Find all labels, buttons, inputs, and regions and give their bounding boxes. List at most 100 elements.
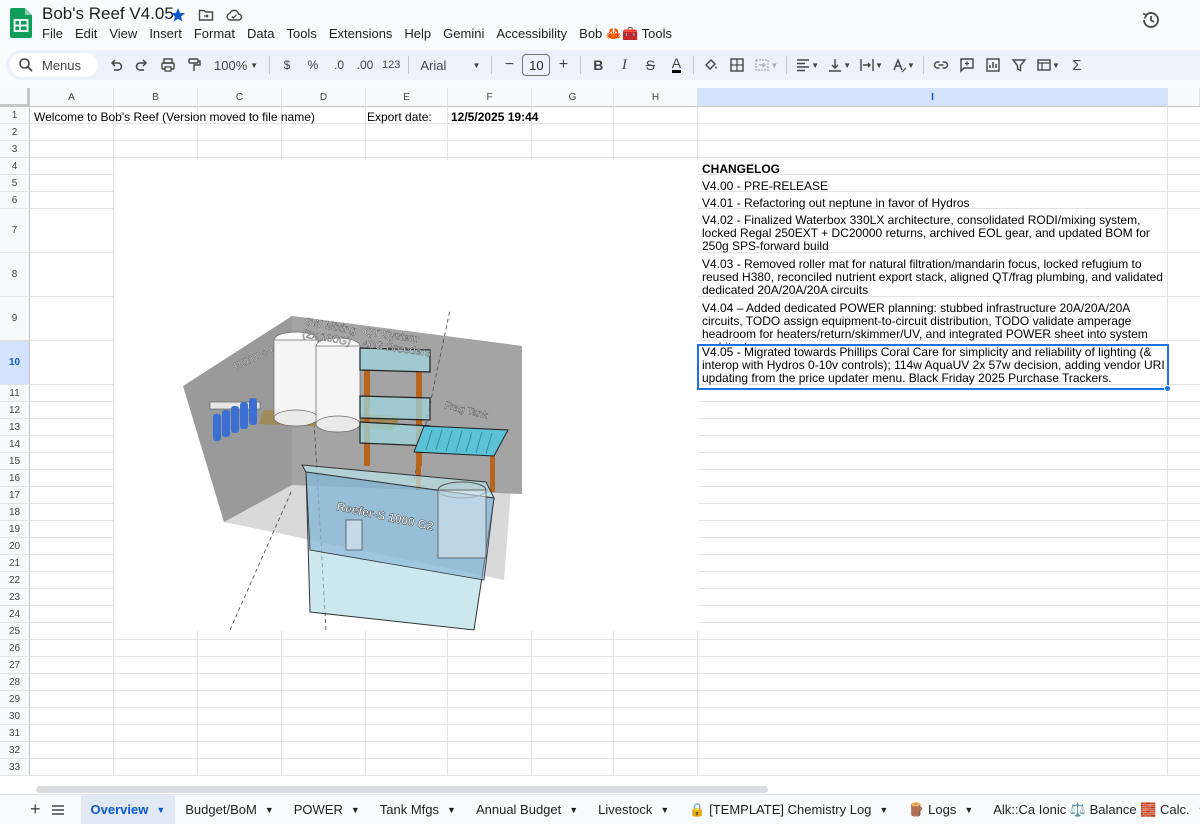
menu-accessibility[interactable]: Accessibility [490,26,573,42]
column-header-a[interactable]: A [30,88,114,107]
text-wrapping-icon[interactable]: ▼ [856,53,886,77]
row-header-23[interactable]: 23 [0,589,30,606]
spreadsheet-grid[interactable]: A B C D E F G H I 1 2 3 4 5 6 7 8 9 10 11 12 13 14 15 16 17 18 19 20… [0,88,1200,794]
filter-views-icon[interactable]: ▼ [1033,53,1063,77]
decrease-font-size-button[interactable]: − [497,53,521,77]
menu-gemini[interactable]: Gemini [437,26,490,42]
decrease-decimal-button[interactable]: .0 [327,53,351,77]
column-header-h[interactable]: H [614,88,698,107]
fill-handle[interactable] [1164,385,1171,392]
tab-power[interactable]: POWER ▼ [284,795,370,824]
insert-link-icon[interactable] [929,53,953,77]
increase-font-size-button[interactable]: + [551,53,575,77]
row-header-24[interactable]: 24 [0,606,30,623]
column-header-b[interactable]: B [114,88,198,107]
row-header-32[interactable]: 32 [0,742,30,759]
row-header-7[interactable]: 7 [0,209,30,253]
row-header-14[interactable]: 14 [0,436,30,453]
row-header-27[interactable]: 27 [0,657,30,674]
zoom-select[interactable]: 100% ▼ [208,53,264,77]
insert-chart-icon[interactable] [981,53,1005,77]
column-header-d[interactable]: D [282,88,366,107]
horizontal-scrollbar[interactable] [36,786,768,793]
text-color-button[interactable]: A [664,53,688,77]
document-title[interactable]: Bob's Reef V4.05 [42,4,174,24]
functions-button[interactable]: Σ [1065,53,1089,77]
cell-i7[interactable]: V4.02 - Finalized Waterbox 330LX archite… [699,214,1168,256]
menus-search[interactable]: Menus [10,53,98,77]
cell-a1[interactable]: Welcome to Bob's Reef (Version moved to … [31,109,318,125]
undo-icon[interactable] [104,53,128,77]
tab-chemistry-log[interactable]: 🔒 [TEMPLATE] Chemistry Log ▼ [679,795,898,824]
select-all-corner[interactable] [0,88,30,107]
menu-edit[interactable]: Edit [69,26,103,42]
tab-tank-mfgs[interactable]: Tank Mfgs ▼ [370,795,466,824]
row-header-5[interactable]: 5 [0,175,30,192]
row-header-19[interactable]: 19 [0,521,30,538]
font-select[interactable]: Arial ▼ [414,53,486,77]
cell-e1[interactable]: Export date: [364,109,435,125]
row-header-30[interactable]: 30 [0,708,30,725]
column-header-i[interactable]: I [698,88,1168,107]
horizontal-align-icon[interactable]: ▼ [792,53,822,77]
row-header-9[interactable]: 9 [0,297,30,341]
cell-i6[interactable]: V4.01 - Refactoring out neptune in favor… [699,195,1168,212]
column-header-g[interactable]: G [532,88,614,107]
menu-help[interactable]: Help [398,26,437,42]
cell-i9[interactable]: V4.04 – Added dedicated POWER planning: … [699,302,1168,344]
paint-format-icon[interactable] [182,53,206,77]
font-size-input[interactable]: 10 [522,54,551,76]
row-header-25[interactable]: 25 [0,623,30,640]
text-rotation-icon[interactable]: ▼ [888,53,918,77]
cell-i4[interactable]: CHANGELOG [699,161,1168,178]
row-header-31[interactable]: 31 [0,725,30,742]
tab-livestock[interactable]: Livestock ▼ [588,795,679,824]
menu-data[interactable]: Data [241,26,280,42]
add-sheet-button[interactable]: + [30,799,41,821]
redo-icon[interactable] [130,53,154,77]
row-header-4[interactable]: 4 [0,158,30,175]
row-header-2[interactable]: 2 [0,124,30,141]
cloud-saved-icon[interactable] [224,5,244,25]
percent-format-button[interactable]: % [301,53,325,77]
merge-cells-icon[interactable]: ▼ [751,53,781,77]
column-header-c[interactable]: C [198,88,282,107]
cell-i5[interactable]: V4.00 - PRE-RELEASE [699,178,1168,195]
currency-format-button[interactable]: $ [275,53,299,77]
row-header-21[interactable]: 21 [0,555,30,572]
tab-alk-ca-calc[interactable]: Alk::Ca Ionic ⚖️ Balance 🧱 Calc.▼ [983,795,1200,824]
sheets-logo-icon[interactable] [10,8,32,38]
fill-color-icon[interactable] [699,53,723,77]
menu-view[interactable]: View [103,26,143,42]
move-folder-icon[interactable] [196,5,216,25]
menu-tools[interactable]: Tools [280,26,322,42]
row-header-1[interactable]: 1 [0,107,30,124]
cell-i8[interactable]: V4.03 - Removed roller mat for natural f… [699,258,1168,300]
row-header-13[interactable]: 13 [0,419,30,436]
row-header-3[interactable]: 3 [0,141,30,158]
row-header-6[interactable]: 6 [0,192,30,209]
row-header-20[interactable]: 20 [0,538,30,555]
menu-insert[interactable]: Insert [143,26,188,42]
tab-budget-bom[interactable]: Budget/BoM ▼ [175,795,283,824]
row-header-10[interactable]: 10 [0,341,30,385]
borders-icon[interactable] [725,53,749,77]
row-header-29[interactable]: 29 [0,691,30,708]
number-format-button[interactable]: 123 [379,53,403,77]
bold-button[interactable]: B [586,53,610,77]
menu-bob-tools[interactable]: Bob 🦀🧰 Tools [573,26,678,42]
filter-icon[interactable] [1007,53,1031,77]
print-icon[interactable] [156,53,180,77]
cell-f1[interactable]: 12/5/2025 19:44 [448,109,541,125]
star-icon[interactable] [168,5,188,25]
strikethrough-button[interactable]: S [638,53,662,77]
italic-button[interactable]: I [612,53,636,77]
row-header-28[interactable]: 28 [0,674,30,691]
row-header-17[interactable]: 17 [0,487,30,504]
menu-format[interactable]: Format [188,26,241,42]
row-header-8[interactable]: 8 [0,253,30,297]
row-header-18[interactable]: 18 [0,504,30,521]
menu-file[interactable]: File [36,26,69,42]
tab-annual-budget[interactable]: Annual Budget ▼ [466,795,588,824]
version-history-icon[interactable] [1140,9,1162,31]
